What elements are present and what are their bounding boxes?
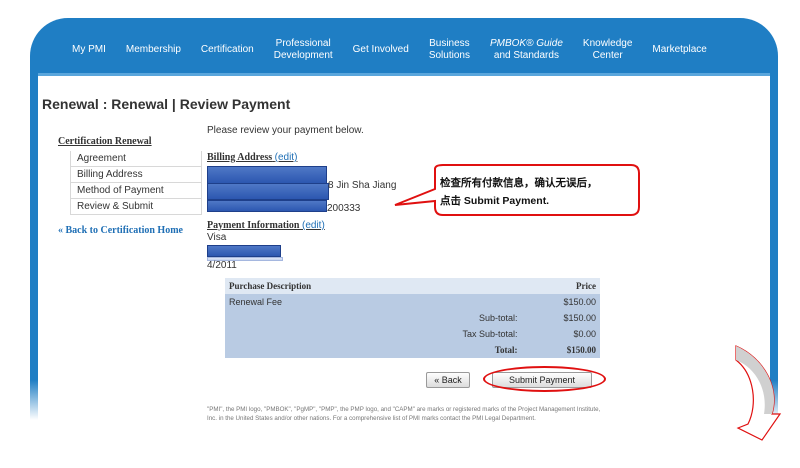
curved-arrow-icon [735,345,782,441]
subtotal-spacer [225,310,400,326]
payment-information-heading: Payment Information (edit) [207,220,325,231]
sidebar-heading[interactable]: Certification Renewal [58,136,200,147]
item-price: $150.00 [521,294,600,310]
total-value: $150.00 [521,342,600,358]
nav-pmbok-guide[interactable]: PMBOK® Guide and Standards [480,38,573,62]
nav-certification[interactable]: Certification [191,44,264,56]
redacted-billing-city [207,200,327,212]
nav-knowledge-center[interactable]: Knowledge Center [573,38,642,62]
back-button[interactable]: « Back [426,372,470,388]
redacted-billing-street [207,183,329,200]
total-label: Total: [399,342,522,358]
nav-pmbok-guide-line2: and Standards [493,50,559,61]
nav-membership[interactable]: Membership [116,44,191,56]
nav-professional-development[interactable]: Professional Development [264,38,343,62]
subtotal-value: $150.00 [521,310,600,326]
header-spacer [399,278,522,294]
table-row: Renewal Fee $150.00 [225,294,600,310]
callout-text: 检查所有付款信息，确认无误后， 点击 Submit Payment. [440,174,598,210]
submit-highlight-oval [483,366,606,392]
card-expiry: 4/2011 [207,260,237,271]
subtotal-label: Sub-total: [399,310,522,326]
payment-information-label: Payment Information [207,220,300,231]
tax-row: Tax Sub-total: $0.00 [225,326,600,342]
billing-address-heading: Billing Address (edit) [207,152,297,163]
callout-line1: 检查所有付款信息，确认无误后， [440,177,598,189]
total-spacer [225,342,400,358]
billing-edit-link[interactable]: (edit) [275,152,298,163]
sidebar-item-review-submit[interactable]: Review & Submit [70,199,202,215]
tax-value: $0.00 [521,326,600,342]
billing-street-tail: 8 Jin Sha Jiang [328,180,397,191]
legal-disclaimer: "PMI", the PMI logo, "PMBOK", "PgMP", "P… [207,406,601,422]
page-title: Renewal : Renewal | Review Payment [42,96,291,112]
nav-pmbok-guide-line1: PMBOK® Guide [489,38,563,49]
redacted-billing-name [207,166,327,184]
item-spacer [399,294,522,310]
redacted-card-number [207,245,281,257]
subtotal-row: Sub-total: $150.00 [225,310,600,326]
callout-line2: 点击 Submit Payment. [440,195,550,207]
nav-stripe [38,73,770,76]
nav-marketplace[interactable]: Marketplace [642,44,716,56]
sidebar-item-method-of-payment[interactable]: Method of Payment [70,183,202,199]
sidebar-item-agreement[interactable]: Agreement [70,151,202,167]
total-row: Total: $150.00 [225,342,600,358]
nav-business-solutions[interactable]: Business Solutions [419,38,480,62]
back-to-certification-home-link[interactable]: « Back to Certification Home [58,225,200,236]
header-description: Purchase Description [225,278,400,294]
payment-edit-link[interactable]: (edit) [302,220,325,231]
billing-postcode-tail: 200333 [327,203,361,214]
page-body [38,76,770,436]
sidebar: Certification Renewal Agreement Billing … [58,136,202,236]
nav-get-involved[interactable]: Get Involved [343,44,419,56]
billing-address-label: Billing Address [207,152,273,163]
sidebar-item-billing-address[interactable]: Billing Address [70,167,202,183]
table-header-row: Purchase Description Price [225,278,600,294]
purchase-table: Purchase Description Price Renewal Fee $… [225,278,600,358]
top-navigation: My PMI Membership Certification Professi… [62,30,717,70]
header-price: Price [521,278,600,294]
tax-label: Tax Sub-total: [399,326,522,342]
tax-spacer [225,326,400,342]
card-type: Visa [207,232,227,243]
intro-text: Please review your payment below. [207,125,364,136]
item-description: Renewal Fee [225,294,400,310]
nav-my-pmi[interactable]: My PMI [62,44,116,56]
